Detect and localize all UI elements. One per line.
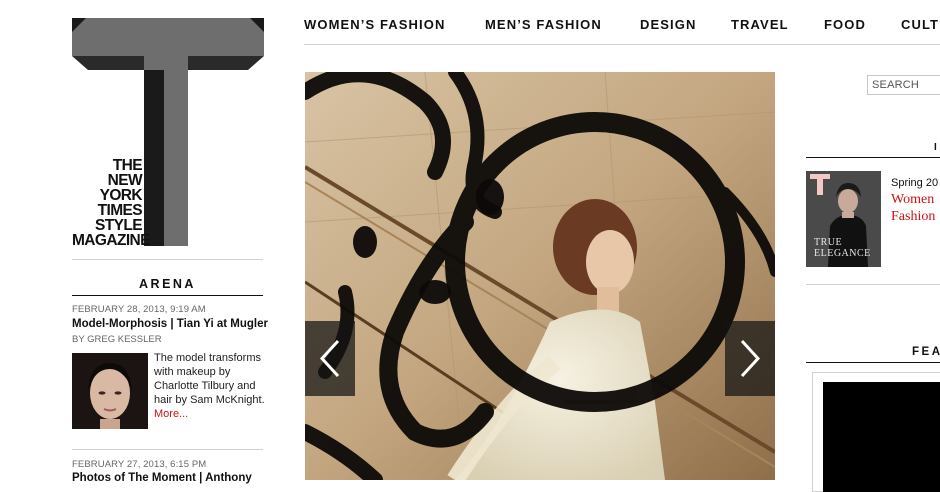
article-headline-link[interactable]: Photos of The Moment | Anthony: [72, 472, 252, 484]
divider: [72, 259, 263, 260]
article-byline: By GREG KESSLER: [72, 334, 162, 345]
nav-item-culture[interactable]: Cult: [901, 17, 939, 32]
issue-label: Spring 20: [891, 177, 939, 189]
article-date: FEBRUARY 27, 2013, 6:15 PM: [72, 459, 207, 470]
nav-item-mens-fashion[interactable]: Men’s Fashion: [485, 17, 602, 32]
slideshow-next-button[interactable]: [725, 321, 775, 396]
section-rule: [72, 295, 263, 296]
logo-line: Magazine: [72, 232, 150, 249]
cover-line: ELEGANCE: [814, 248, 871, 259]
hero-photo: [305, 72, 775, 480]
nav-item-womens-fashion[interactable]: Women’s Fashion: [304, 17, 445, 32]
section-rule: [806, 157, 940, 158]
search-input[interactable]: [867, 75, 940, 95]
section-title-arena: ARENA: [139, 277, 196, 291]
slideshow-prev-button[interactable]: [305, 321, 355, 396]
article-blurb-text: The model transforms with makeup by Char…: [154, 352, 265, 406]
portrait-image: [72, 353, 148, 429]
logo-wordmark: The New York Times Style Magazine: [72, 157, 150, 249]
nav-item-food[interactable]: Food: [824, 17, 866, 32]
article-headline-link[interactable]: Model-Morphosis | Tian Yi at Mugler: [72, 318, 268, 330]
features-heading: FEA: [912, 346, 940, 358]
main-nav: Women’s Fashion Men’s Fashion Design Tra…: [304, 17, 940, 37]
chevron-right-icon: [740, 339, 761, 378]
logo-line: Times: [97, 202, 143, 219]
logo-line: The: [112, 157, 143, 174]
issue-title-link[interactable]: Women Fashion: [891, 191, 935, 225]
nav-divider: [304, 44, 940, 45]
logo-line: Style: [95, 217, 143, 234]
article-thumbnail[interactable]: [72, 353, 148, 429]
logo-line: New York: [99, 172, 143, 204]
section-rule: [806, 362, 940, 363]
chevron-left-icon: [319, 339, 340, 378]
article-blurb: The model transforms with makeup by Char…: [154, 351, 266, 421]
nav-item-design[interactable]: Design: [640, 17, 696, 32]
feature-video[interactable]: [823, 382, 940, 492]
issue-title-line: Women: [891, 192, 935, 207]
nav-item-travel[interactable]: Travel: [731, 17, 789, 32]
issue-title-line: Fashion: [891, 209, 936, 224]
magazine-cover[interactable]: TRUE ELEGANCE: [806, 171, 881, 267]
cover-line: TRUE: [814, 237, 843, 248]
more-link[interactable]: More...: [154, 408, 188, 420]
slideshow-image[interactable]: [305, 72, 775, 480]
article-date: FEBRUARY 28, 2013, 9:19 AM: [72, 304, 206, 315]
divider: [806, 284, 940, 285]
section-heading: I: [934, 142, 939, 153]
divider: [72, 449, 263, 450]
